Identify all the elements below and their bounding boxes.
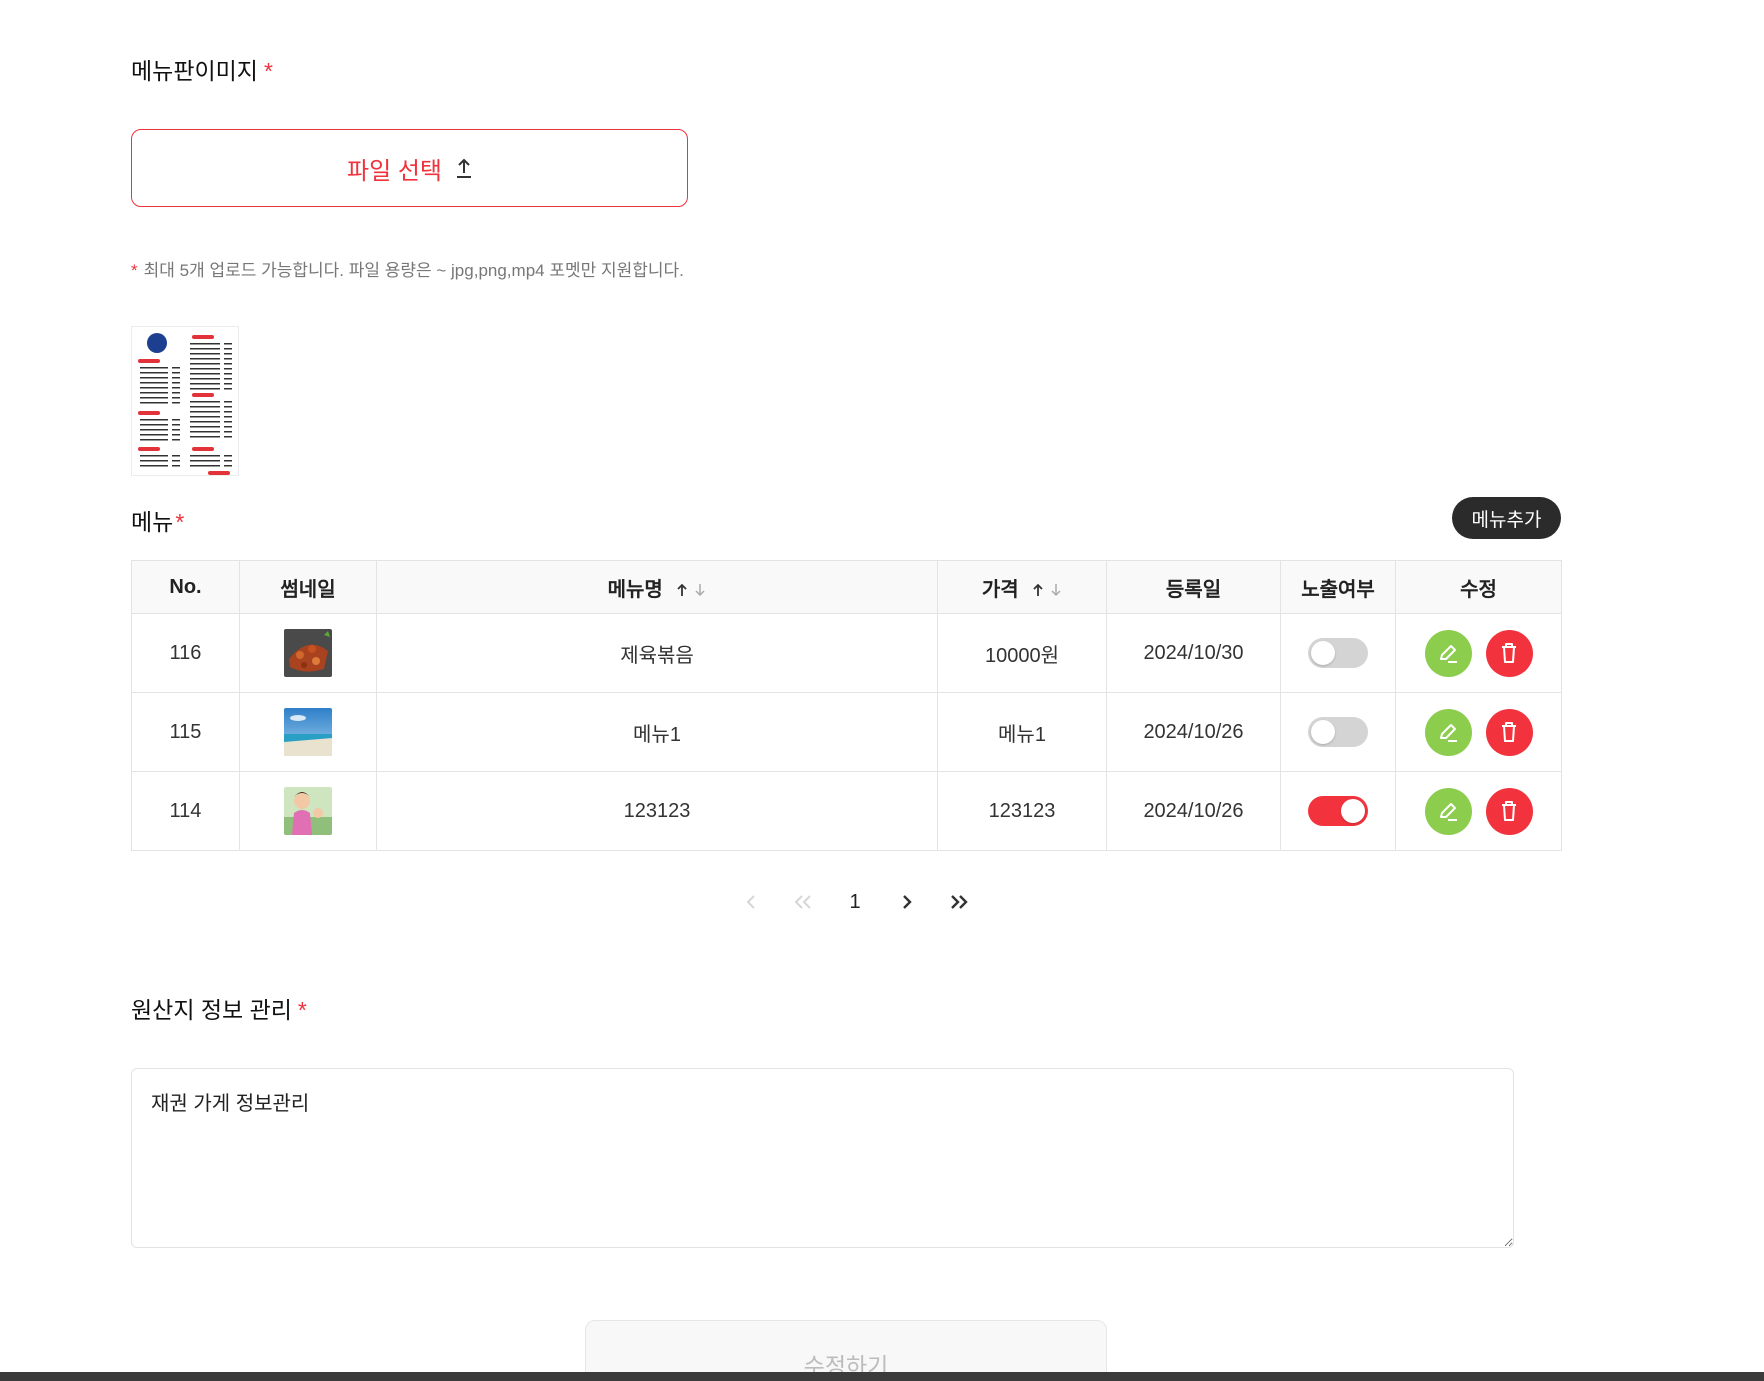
add-menu-button[interactable]: 메뉴추가: [1452, 497, 1561, 539]
page-number[interactable]: 1: [829, 882, 881, 922]
col-menu-name: 메뉴명: [376, 560, 938, 614]
cell-thumbnail: [239, 771, 377, 851]
cell-price: 메뉴1: [937, 692, 1107, 772]
delete-button[interactable]: [1485, 787, 1533, 835]
visibility-toggle[interactable]: [1308, 638, 1368, 668]
sort-controls: [1032, 583, 1062, 597]
sort-asc-icon[interactable]: [1032, 583, 1044, 597]
cell-thumbnail: [239, 613, 377, 693]
chevron-left-icon: [746, 895, 755, 909]
menu-thumbnail-image[interactable]: [284, 629, 332, 677]
cell-menu-name: 메뉴1: [376, 692, 938, 772]
toggle-knob: [1341, 799, 1365, 823]
cell-date: 2024/10/26: [1106, 692, 1281, 772]
pagination: 1: [725, 882, 985, 922]
cell-actions: [1395, 771, 1562, 851]
cell-no: 115: [131, 692, 240, 772]
trash-icon: [1502, 643, 1516, 663]
edit-button[interactable]: [1424, 787, 1472, 835]
origin-info-textarea[interactable]: 재권 가게 정보관리: [131, 1068, 1514, 1248]
menu-title-text: 메뉴: [131, 509, 174, 535]
menu-image-title: 메뉴판이미지 *: [131, 52, 273, 86]
cell-actions: [1395, 613, 1562, 693]
last-page-button[interactable]: [933, 882, 985, 922]
add-menu-label: 메뉴추가: [1471, 509, 1542, 531]
upload-icon: [456, 157, 472, 179]
double-chevron-right-icon: [951, 895, 968, 909]
upload-hint: * 최대 5개 업로드 가능합니다. 파일 용량은 ~ jpg,png,mp4 포…: [131, 256, 684, 281]
sort-desc-icon[interactable]: [1050, 583, 1062, 597]
menu-table: No. 썸네일 메뉴명 가격 등록일 노출여부 수정 116 제육볶음 1000…: [131, 560, 1562, 851]
pencil-icon: [1440, 645, 1457, 663]
col-date: 등록일: [1106, 560, 1281, 614]
chevron-right-icon: [903, 895, 912, 909]
menu-thumbnail-image[interactable]: [284, 708, 332, 756]
menu-image-title-text: 메뉴판이미지: [131, 58, 258, 84]
toggle-knob: [1311, 641, 1335, 665]
hint-star: *: [131, 261, 138, 280]
hint-text: 최대 5개 업로드 가능합니다. 파일 용량은 ~ jpg,png,mp4 포멧…: [143, 261, 684, 280]
bottom-bar: [0, 1372, 1764, 1381]
toggle-knob: [1311, 720, 1335, 744]
col-visible: 노출여부: [1280, 560, 1396, 614]
delete-button[interactable]: [1485, 708, 1533, 756]
trash-icon: [1502, 801, 1516, 821]
col-menu-name-label: 메뉴명: [607, 578, 663, 601]
cell-no: 114: [131, 771, 240, 851]
menu-thumbnail-image[interactable]: [284, 787, 332, 835]
visibility-toggle[interactable]: [1308, 717, 1368, 747]
table-header-row: No. 썸네일 메뉴명 가격 등록일 노출여부 수정: [131, 560, 1562, 614]
file-select-label: 파일 선택: [347, 157, 442, 185]
sort-asc-icon[interactable]: [676, 583, 688, 597]
cell-menu-name: 제육볶음: [376, 613, 938, 693]
required-mark: *: [297, 997, 307, 1023]
required-mark: *: [175, 509, 185, 535]
cell-no: 116: [131, 613, 240, 693]
sort-desc-icon[interactable]: [694, 583, 706, 597]
prev-page-button[interactable]: [725, 882, 777, 922]
delete-button[interactable]: [1485, 629, 1533, 677]
col-price: 가격: [937, 560, 1107, 614]
col-price-label: 가격: [981, 578, 1019, 601]
cell-price: 10000원: [937, 613, 1107, 693]
pencil-icon: [1440, 724, 1457, 742]
menu-title: 메뉴*: [131, 503, 184, 537]
trash-icon: [1502, 722, 1516, 742]
origin-title: 원산지 정보 관리 *: [131, 991, 307, 1025]
col-thumbnail: 썸네일: [239, 560, 377, 614]
pencil-icon: [1440, 803, 1457, 821]
col-edit: 수정: [1395, 560, 1562, 614]
cell-price: 123123: [937, 771, 1107, 851]
edit-button[interactable]: [1424, 708, 1472, 756]
first-page-button[interactable]: [777, 882, 829, 922]
cell-actions: [1395, 692, 1562, 772]
cell-visible: [1280, 613, 1396, 693]
next-page-button[interactable]: [881, 882, 933, 922]
double-chevron-left-icon: [794, 895, 811, 909]
edit-button[interactable]: [1424, 629, 1472, 677]
required-mark: *: [263, 58, 273, 84]
col-no: No.: [131, 560, 240, 614]
cell-date: 2024/10/30: [1106, 613, 1281, 693]
cell-menu-name: 123123: [376, 771, 938, 851]
table-row: 116 제육볶음 10000원 2024/10/30: [131, 613, 1562, 693]
sort-controls: [676, 583, 706, 597]
cell-date: 2024/10/26: [1106, 771, 1281, 851]
table-row: 114 123123 123123 2024/10/26: [131, 771, 1562, 851]
cell-thumbnail: [239, 692, 377, 772]
cell-visible: [1280, 771, 1396, 851]
file-select-button[interactable]: 파일 선택: [131, 129, 688, 207]
cell-visible: [1280, 692, 1396, 772]
origin-title-text: 원산지 정보 관리: [131, 997, 292, 1023]
store-edit-page: 메뉴판이미지 * 파일 선택 * 최대 5개 업로드 가능합니다. 파일 용량은 ~…: [0, 0, 1764, 1381]
visibility-toggle[interactable]: [1308, 796, 1368, 826]
table-row: 115 메뉴1 메뉴1 2024/10/26: [131, 692, 1562, 772]
menu-board-thumbnail[interactable]: [131, 326, 239, 476]
